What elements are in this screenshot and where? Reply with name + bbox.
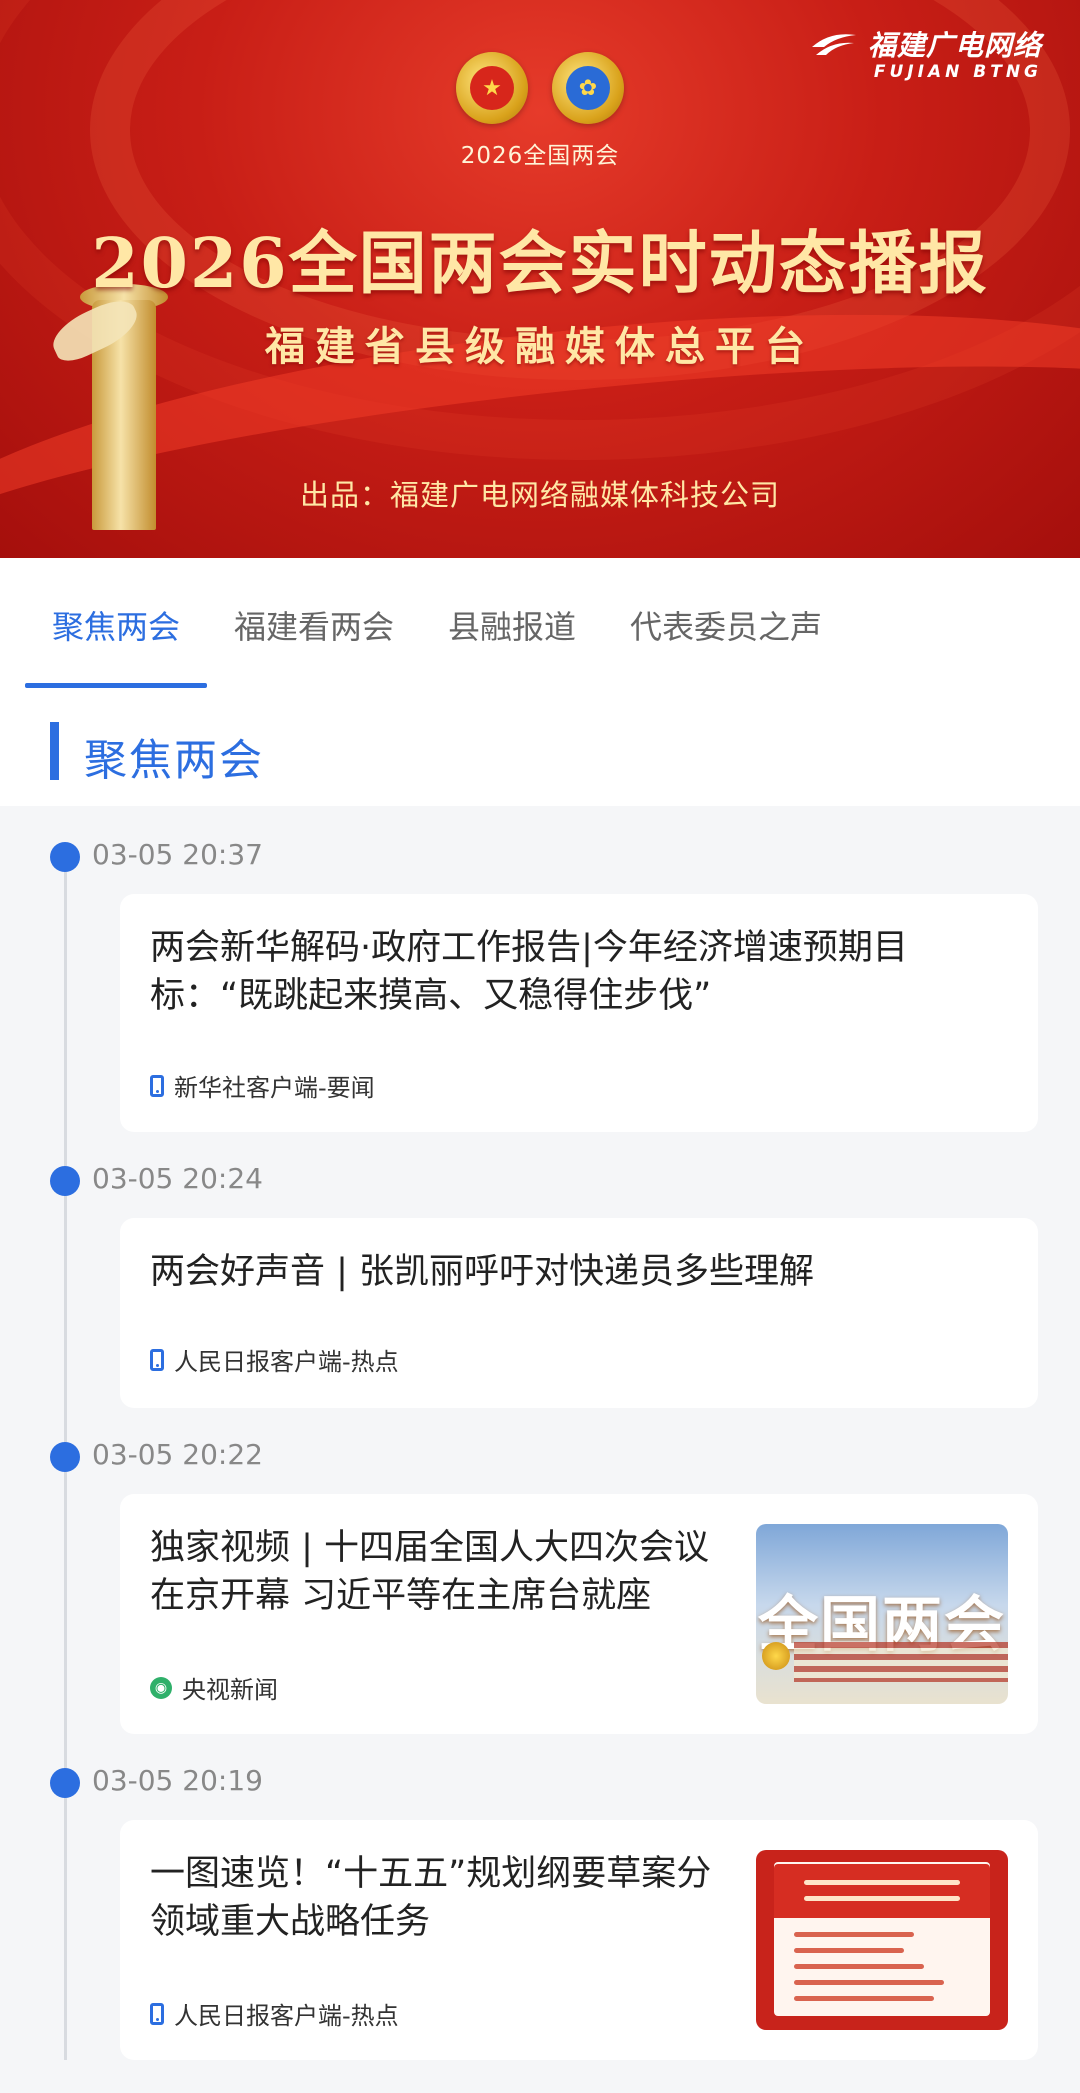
news-thumbnail[interactable]: 全国两会 xyxy=(756,1524,1008,1704)
news-source: 新华社客户端-要闻 xyxy=(150,1068,375,1103)
timeline-dot-icon xyxy=(50,1442,80,1472)
entry-time: 03-05 20:22 xyxy=(92,1438,263,1471)
infographic-line xyxy=(794,1948,904,1953)
infographic-line xyxy=(794,1932,914,1937)
news-source: ◉ 央视新闻 xyxy=(150,1670,278,1705)
timeline-dot-icon xyxy=(50,1166,80,1196)
emblem-icon xyxy=(762,1642,790,1670)
thumbnail-banner xyxy=(794,1642,1008,1682)
cctv-icon: ◉ xyxy=(150,1676,172,1699)
tab-county-reports[interactable]: 县融报道 xyxy=(421,558,603,688)
tab-bar: 聚焦两会 福建看两会 县融报道 代表委员之声 xyxy=(0,558,1080,688)
section-header: 聚焦两会 xyxy=(0,688,1080,806)
news-title: 一图速览！“十五五”规划纲要草案分领域重大战略任务 xyxy=(150,1854,712,1942)
news-card[interactable]: 两会新华解码·政府工作报告|今年经济增速预期目标：“既跳起来摸高、又稳得住步伐”… xyxy=(120,894,1038,1132)
phone-icon xyxy=(150,1074,164,1097)
banner-subtitle: 福建省县级融媒体总平台 xyxy=(265,324,815,370)
news-card[interactable]: 独家视频 | 十四届全国人大四次会议在京开幕 习近平等在主席台就座 ◉ 央视新闻… xyxy=(120,1494,1038,1734)
news-source: 人民日报客户端-热点 xyxy=(150,1996,399,2031)
news-title: 两会新华解码·政府工作报告|今年经济增速预期目标：“既跳起来摸高、又稳得住步伐” xyxy=(150,928,908,1016)
timeline-entry: 03-05 20:24 两会好声音 | 张凯丽呼吁对快递员多些理解 人民日报客户… xyxy=(0,1152,1080,1408)
tab-fujian[interactable]: 福建看两会 xyxy=(207,558,421,688)
cppcc-emblem-icon: ✿ xyxy=(552,52,624,124)
timeline-entry: 03-05 20:19 一图速览！“十五五”规划纲要草案分领域重大战略任务 人民… xyxy=(0,1754,1080,2060)
news-thumbnail[interactable] xyxy=(756,1850,1008,2030)
timeline-dot-icon xyxy=(50,1768,80,1798)
infographic-line xyxy=(794,1996,934,2001)
source-label: 人民日报客户端-热点 xyxy=(174,1348,399,1376)
banner-producer: 出品：福建广电网络融媒体科技公司 xyxy=(299,478,780,512)
event-label: 2026全国两会 xyxy=(460,143,620,169)
phone-icon xyxy=(150,1348,164,1371)
infographic-line xyxy=(794,1964,924,1969)
phone-icon xyxy=(150,2002,164,2025)
national-emblem-icon: ★ xyxy=(456,52,528,124)
infographic-header xyxy=(774,1864,990,1918)
section-title: 聚焦两会 xyxy=(84,736,264,786)
news-card[interactable]: 一图速览！“十五五”规划纲要草案分领域重大战略任务 人民日报客户端-热点 xyxy=(120,1820,1038,2060)
section-accent-bar xyxy=(50,722,59,780)
tab-focus[interactable]: 聚焦两会 xyxy=(25,558,208,688)
news-source: 人民日报客户端-热点 xyxy=(150,1342,399,1377)
source-label: 央视新闻 xyxy=(182,1676,278,1704)
header-banner: 福建广电网络 FUJIAN BTNG ★ ✿ 2026全国两会 2026全国两会… xyxy=(0,0,1080,558)
entry-time: 03-05 20:37 xyxy=(92,838,263,871)
emblem-group: ★ ✿ xyxy=(0,52,1080,124)
news-title: 两会好声音 | 张凯丽呼吁对快递员多些理解 xyxy=(150,1252,815,1292)
entry-time: 03-05 20:19 xyxy=(92,1764,263,1797)
source-label: 人民日报客户端-热点 xyxy=(174,2002,399,2030)
timeline-entry: 03-05 20:22 独家视频 | 十四届全国人大四次会议在京开幕 习近平等在… xyxy=(0,1428,1080,1734)
infographic-line xyxy=(794,1980,944,1985)
timeline-dot-icon xyxy=(50,842,80,872)
tab-deputies-voices[interactable]: 代表委员之声 xyxy=(603,558,849,688)
news-timeline: 03-05 20:37 两会新华解码·政府工作报告|今年经济增速预期目标：“既跳… xyxy=(0,806,1080,2060)
source-label: 新华社客户端-要闻 xyxy=(174,1074,375,1102)
banner-title: 2026全国两会实时动态播报 xyxy=(91,224,989,304)
timeline-entry: 03-05 20:37 两会新华解码·政府工作报告|今年经济增速预期目标：“既跳… xyxy=(0,828,1080,1132)
news-title: 独家视频 | 十四届全国人大四次会议在京开幕 习近平等在主席台就座 xyxy=(150,1528,710,1616)
news-card[interactable]: 两会好声音 | 张凯丽呼吁对快递员多些理解 人民日报客户端-热点 xyxy=(120,1218,1038,1408)
entry-time: 03-05 20:24 xyxy=(92,1162,263,1195)
